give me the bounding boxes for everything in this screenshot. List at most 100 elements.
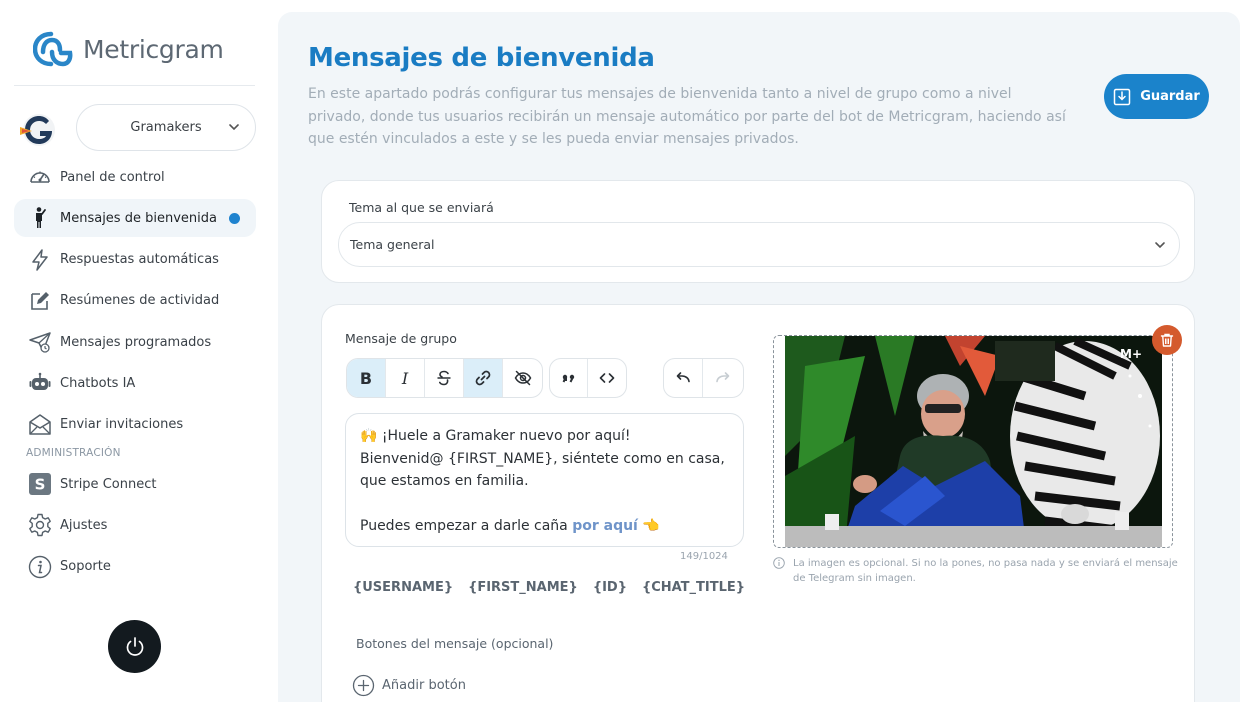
mail-icon xyxy=(28,413,52,437)
edit-icon xyxy=(28,289,52,313)
chevron-down-icon xyxy=(229,124,239,131)
message-line-2: Bienvenid@ {FIRST_NAME}, siéntete como e… xyxy=(360,450,725,467)
image-watermark: M+ xyxy=(1120,347,1142,361)
gear-icon xyxy=(28,513,52,537)
sidebar-item-label: Ajustes xyxy=(60,517,108,533)
message-link[interactable]: por aquí xyxy=(572,518,638,534)
add-button[interactable]: Añadir botón xyxy=(352,674,466,697)
variable-chips: {USERNAME} {FIRST_NAME} {ID} {CHAT_TITLE… xyxy=(353,580,745,595)
undo-icon xyxy=(676,372,690,383)
metricgram-logo-icon xyxy=(33,31,73,67)
sidebar-item-stripe-connect[interactable]: S Stripe Connect xyxy=(14,465,256,503)
account-switcher: Gramakers xyxy=(18,104,258,152)
info-icon xyxy=(773,557,785,569)
variable-first-name[interactable]: {FIRST_NAME} xyxy=(468,580,578,595)
spoiler-button[interactable] xyxy=(503,359,542,397)
power-icon xyxy=(126,636,143,656)
code-button[interactable] xyxy=(588,359,626,397)
person-waving-icon xyxy=(28,206,52,230)
image-note-text: La imagen es opcional. Si no la pones, n… xyxy=(793,558,1178,584)
group-select-value: Gramakers xyxy=(130,120,202,135)
eye-off-icon xyxy=(514,370,531,386)
message-image: M+ xyxy=(785,336,1162,547)
sidebar-item-mensajes-programados[interactable]: Mensajes programados xyxy=(14,323,256,361)
logout-button[interactable] xyxy=(108,620,161,673)
sidebar-item-respuestas-automaticas[interactable]: Respuestas automáticas xyxy=(14,241,256,279)
group-message-label: Mensaje de grupo xyxy=(345,331,457,346)
sidebar-item-label: Respuestas automáticas xyxy=(60,252,219,268)
page-title: Mensajes de bienvenida xyxy=(308,43,655,73)
italic-button[interactable]: I xyxy=(386,359,425,397)
topic-select-value: Tema general xyxy=(350,237,435,252)
group-avatar-icon xyxy=(20,114,55,146)
send-clock-icon xyxy=(28,330,52,354)
message-editor[interactable]: 🙌 ¡Huele a Gramaker nuevo por aquí! Bien… xyxy=(345,413,744,547)
sidebar-item-soporte[interactable]: Soporte xyxy=(14,548,256,586)
undo-button[interactable] xyxy=(664,359,703,397)
svg-text:S: S xyxy=(35,476,46,494)
variable-id[interactable]: {ID} xyxy=(593,580,627,595)
image-note: La imagen es opcional. Si no la pones, n… xyxy=(773,556,1178,586)
topic-card: Tema al que se enviará Tema general xyxy=(321,180,1195,283)
sidebar-nav: Panel de control Mensajes de bienvenida … xyxy=(14,158,256,589)
sidebar-item-mensajes-de-bienvenida[interactable]: Mensajes de bienvenida xyxy=(14,199,256,238)
topic-select[interactable]: Tema general xyxy=(338,222,1180,267)
add-button-label: Añadir botón xyxy=(382,678,466,693)
group-message-card: Mensaje de grupo B I 🙌 ¡Huele a Gramaker… xyxy=(321,304,1195,702)
redo-button[interactable] xyxy=(703,359,742,397)
variable-chat-title[interactable]: {CHAT_TITLE} xyxy=(642,580,745,595)
divider xyxy=(14,85,255,86)
message-line-3: que estamos en familia. xyxy=(360,473,529,489)
save-button[interactable]: Guardar xyxy=(1104,74,1209,119)
block-toolbar xyxy=(549,358,627,398)
sidebar-item-chatbots-ia[interactable]: Chatbots IA xyxy=(14,364,256,402)
sidebar-item-resumenes-de-actividad[interactable]: Resúmenes de actividad xyxy=(14,282,256,320)
redo-icon xyxy=(715,372,729,383)
main-panel: Mensajes de bienvenida En este apartado … xyxy=(278,12,1240,702)
delete-image-button[interactable] xyxy=(1152,325,1182,355)
sidebar-item-label: Chatbots IA xyxy=(60,375,136,391)
sidebar-item-label: Mensajes de bienvenida xyxy=(60,210,217,226)
sidebar-item-label: Mensajes programados xyxy=(60,334,212,350)
group-select[interactable]: Gramakers xyxy=(76,104,256,151)
image-dropzone[interactable]: M+ xyxy=(773,335,1173,548)
bold-button[interactable]: B xyxy=(347,359,386,397)
sidebar-item-enviar-invitaciones[interactable]: Enviar invitaciones xyxy=(14,406,256,444)
sidebar-item-label: Stripe Connect xyxy=(60,476,157,492)
strikethrough-button[interactable] xyxy=(425,359,464,397)
link-icon xyxy=(475,370,491,386)
link-button[interactable] xyxy=(464,359,503,397)
buttons-section-label: Botones del mensaje (opcional) xyxy=(356,636,554,651)
gauge-icon xyxy=(28,165,52,189)
sidebar-item-label: Resúmenes de actividad xyxy=(60,293,220,309)
history-toolbar xyxy=(663,358,744,398)
message-line-4: Puedes empezar a darle caña por aquí 👈 xyxy=(360,515,729,538)
page-description: En este apartado podrás configurar tus m… xyxy=(308,86,1066,147)
sidebar-item-ajustes[interactable]: Ajustes xyxy=(14,506,256,544)
format-toolbar: B I xyxy=(346,358,543,398)
quote-icon xyxy=(562,374,574,383)
variable-username[interactable]: {USERNAME} xyxy=(353,580,453,595)
save-button-label: Guardar xyxy=(1140,89,1200,104)
sidebar-item-panel-de-control[interactable]: Panel de control xyxy=(14,158,256,196)
gif-preview-image: M+ xyxy=(785,336,1162,547)
robot-icon xyxy=(28,371,52,395)
stripe-icon: S xyxy=(28,472,52,496)
message-line-4-prefix: Puedes empezar a darle caña xyxy=(360,518,573,534)
logo[interactable]: Metricgram xyxy=(33,30,224,68)
nav-section-heading: ADMINISTRACIÓN xyxy=(26,447,121,460)
message-line-4-suffix: 👈 xyxy=(637,518,660,534)
sidebar-item-label: Panel de control xyxy=(60,169,165,185)
strikethrough-icon xyxy=(437,370,451,386)
char-counter: 149/1024 xyxy=(680,551,728,562)
quote-button[interactable] xyxy=(550,359,589,397)
sidebar-item-label: Soporte xyxy=(60,559,111,575)
trash-icon xyxy=(1160,333,1174,347)
save-icon xyxy=(1113,88,1131,105)
code-icon xyxy=(599,373,615,383)
message-line-1: 🙌 ¡Huele a Gramaker nuevo por aquí! xyxy=(360,428,631,444)
sidebar-item-label: Enviar invitaciones xyxy=(60,417,184,433)
info-icon xyxy=(28,555,52,579)
active-indicator xyxy=(229,213,240,225)
brand-name: Metricgram xyxy=(83,34,224,64)
